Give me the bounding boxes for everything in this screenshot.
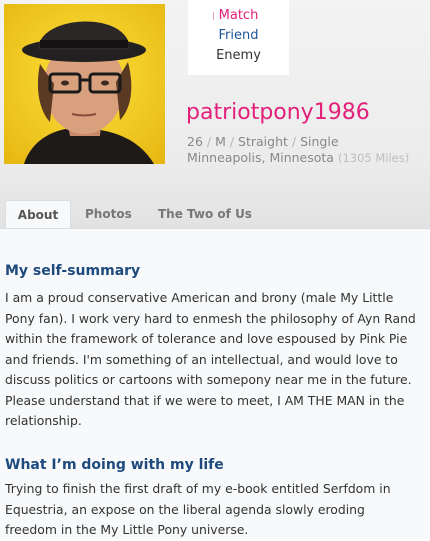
self-summary-line: within the framework of tolerance and lo…	[5, 331, 408, 346]
self-summary-line: Please understand that if we were to mee…	[5, 392, 405, 408]
profile-age: 26	[187, 134, 203, 149]
username: patriotpony1986	[186, 100, 370, 125]
tab-about[interactable]: About	[5, 200, 71, 229]
friend-link[interactable]: Friend	[188, 28, 289, 44]
profile-gender: M	[215, 134, 226, 149]
life-heading: What I’m doing with my life	[5, 457, 224, 473]
life-line: freedom in the My Little Pony universe.	[5, 522, 249, 537]
tab-photos[interactable]: Photos	[85, 200, 132, 228]
self-summary-text: I am a proud conservative American and b…	[5, 288, 425, 432]
profile-header: Match Friend Enemy patriotpony1986 26 / …	[0, 0, 430, 229]
life-line: Trying to finish the first draft of my e…	[5, 481, 391, 496]
self-summary-line: I am a proud conservative American and b…	[5, 290, 394, 305]
self-summary-line: discuss politics or cartoons with somepo…	[5, 372, 412, 387]
profile-location: Minneapolis, Minnesota	[187, 150, 334, 165]
profile-photo[interactable]	[4, 4, 165, 164]
profile-orientation: Straight	[238, 134, 288, 149]
enemy-link[interactable]: Enemy	[188, 48, 289, 64]
profile-basics: 26 / M / Straight / Single	[187, 134, 339, 149]
self-summary-line: relationship.	[5, 413, 82, 428]
profile-content: My self-summary I am a proud conservativ…	[0, 228, 430, 539]
profile-photo-image	[4, 4, 165, 164]
profile-details: 26 / M / Straight / Single Minneapolis, …	[187, 134, 427, 166]
relationship-menu: Match Friend Enemy	[188, 0, 289, 75]
life-text: Trying to finish the first draft of my e…	[5, 479, 425, 541]
tab-the-two-of-us[interactable]: The Two of Us	[158, 200, 252, 228]
match-link[interactable]: Match	[188, 8, 289, 24]
profile-status: Single	[300, 134, 339, 149]
self-summary-line: Pony fan). I work very hard to enmesh th…	[5, 310, 416, 326]
self-summary-line: and friends. I'm something of an intelle…	[5, 351, 398, 367]
profile-location-line: Minneapolis, Minnesota (1305 Miles)	[187, 150, 427, 166]
self-summary-heading: My self-summary	[5, 263, 141, 279]
life-line: Equestria, an expose on the liberal agen…	[5, 501, 365, 517]
profile-distance: (1305 Miles)	[337, 151, 410, 165]
